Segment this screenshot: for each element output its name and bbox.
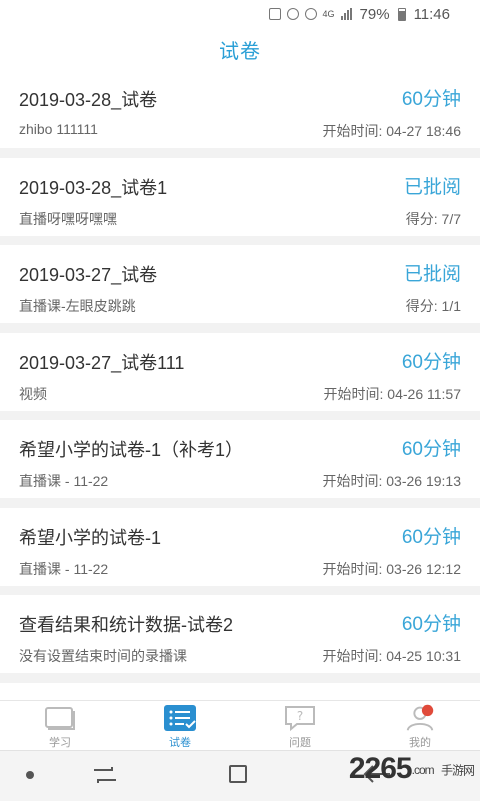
paper-status: 60分钟: [401, 89, 461, 110]
network-type: 4G: [322, 9, 335, 19]
tab-study[interactable]: 学习: [0, 701, 120, 751]
paper-item[interactable]: 希望小学的试卷-1（补考1） 60分钟 直播课 - 11-22 开始时间: 03…: [0, 420, 480, 498]
watermark-sub: 手游网: [440, 763, 475, 778]
tab-label: 问题: [289, 737, 311, 749]
paper-name: 2019-03-28_试卷: [19, 90, 158, 110]
recent-apps-icon[interactable]: [92, 765, 118, 785]
paper-name: 2019-03-27_试卷: [19, 265, 158, 285]
tab-label: 学习: [49, 737, 71, 749]
nav-dot-icon[interactable]: [26, 771, 34, 779]
paper-meta: 开始时间: 04-26 11:57: [323, 386, 461, 402]
paper-status: 已批阅: [403, 264, 461, 285]
paper-name: 查看结果和统计数据-试卷2: [19, 615, 234, 635]
alarm-icon: [304, 8, 317, 20]
paper-item[interactable]: 2019-03-28_试卷 60分钟 zhibo 111111 开始时间: 04…: [0, 70, 480, 148]
clock: 11:46: [413, 5, 450, 23]
paper-meta: 开始时间: 03-26 19:13: [322, 473, 461, 489]
paper-meta: 开始时间: 04-25 10:31: [322, 648, 461, 664]
paper-status: 60分钟: [401, 527, 461, 548]
paper-meta: 得分: 7/7: [405, 211, 461, 227]
battery-percent: 79%: [359, 5, 390, 23]
paper-course: 直播课 - 11-22: [19, 561, 109, 577]
mute-icon: [286, 8, 299, 20]
watermark-main: 2265: [348, 752, 413, 785]
paper-name: 希望小学的试卷-1（补考1）: [19, 440, 244, 460]
status-bar: 4G 79% 11:46: [0, 0, 480, 28]
tab-questions[interactable]: ? 问题: [240, 701, 360, 751]
paper-name: 希望小学的试卷-1: [19, 528, 162, 548]
paper-item[interactable]: 2019-03-27_试卷111 60分钟 视频 开始时间: 04-26 11:…: [0, 333, 480, 411]
battery-icon: [397, 7, 406, 21]
paper-item[interactable]: 2019-03-28_试卷1 已批阅 直播呀嘿呀嘿嘿 得分: 7/7: [0, 158, 480, 236]
paper-item-partial: [0, 683, 480, 700]
paper-meta: 开始时间: 03-26 12:12: [322, 561, 461, 577]
tab-exams[interactable]: 试卷: [120, 701, 240, 751]
book-icon: [43, 704, 77, 732]
profile-icon: [403, 704, 437, 732]
bottom-tab-bar: 学习 试卷 ? 问题 我的: [0, 700, 480, 751]
tab-profile[interactable]: 我的: [360, 701, 480, 751]
tab-label: 我的: [409, 737, 431, 749]
paper-status: 60分钟: [401, 439, 461, 460]
paper-course: 视频: [19, 386, 47, 402]
exam-list-icon: [163, 704, 197, 732]
svg-text:?: ?: [297, 709, 303, 723]
paper-status: 60分钟: [401, 352, 461, 373]
paper-status: 60分钟: [401, 614, 461, 635]
paper-course: zhibo 111111: [19, 121, 98, 137]
question-bubble-icon: ?: [283, 704, 317, 732]
paper-name: 2019-03-28_试卷1: [19, 178, 168, 198]
paper-course: 直播呀嘿呀嘿嘿: [19, 211, 117, 227]
watermark-suffix: .com: [411, 763, 435, 778]
page-title: 试卷: [219, 40, 261, 63]
paper-meta: 得分: 1/1: [405, 298, 461, 314]
home-icon[interactable]: [229, 765, 247, 783]
paper-item[interactable]: 希望小学的试卷-1 60分钟 直播课 - 11-22 开始时间: 03-26 1…: [0, 508, 480, 586]
paper-item[interactable]: 查看结果和统计数据-试卷2 60分钟 没有设置结束时间的录播课 开始时间: 04…: [0, 595, 480, 673]
notification-icon: [268, 8, 281, 20]
paper-course: 直播课 - 11-22: [19, 473, 109, 489]
signal-icon: [340, 8, 352, 20]
paper-name: 2019-03-27_试卷111: [19, 353, 185, 373]
paper-meta: 开始时间: 04-27 18:46: [322, 123, 461, 139]
paper-status: 已批阅: [403, 177, 461, 198]
paper-item[interactable]: 2019-03-27_试卷 已批阅 直播课-左眼皮跳跳 得分: 1/1: [0, 245, 480, 323]
page-header: 试卷: [0, 28, 480, 70]
watermark: 2265.com 手游网: [348, 752, 475, 786]
tab-label: 试卷: [169, 737, 191, 749]
status-icons: 4G: [268, 8, 352, 20]
paper-course: 直播课-左眼皮跳跳: [19, 298, 136, 314]
paper-course: 没有设置结束时间的录播课: [19, 648, 187, 664]
